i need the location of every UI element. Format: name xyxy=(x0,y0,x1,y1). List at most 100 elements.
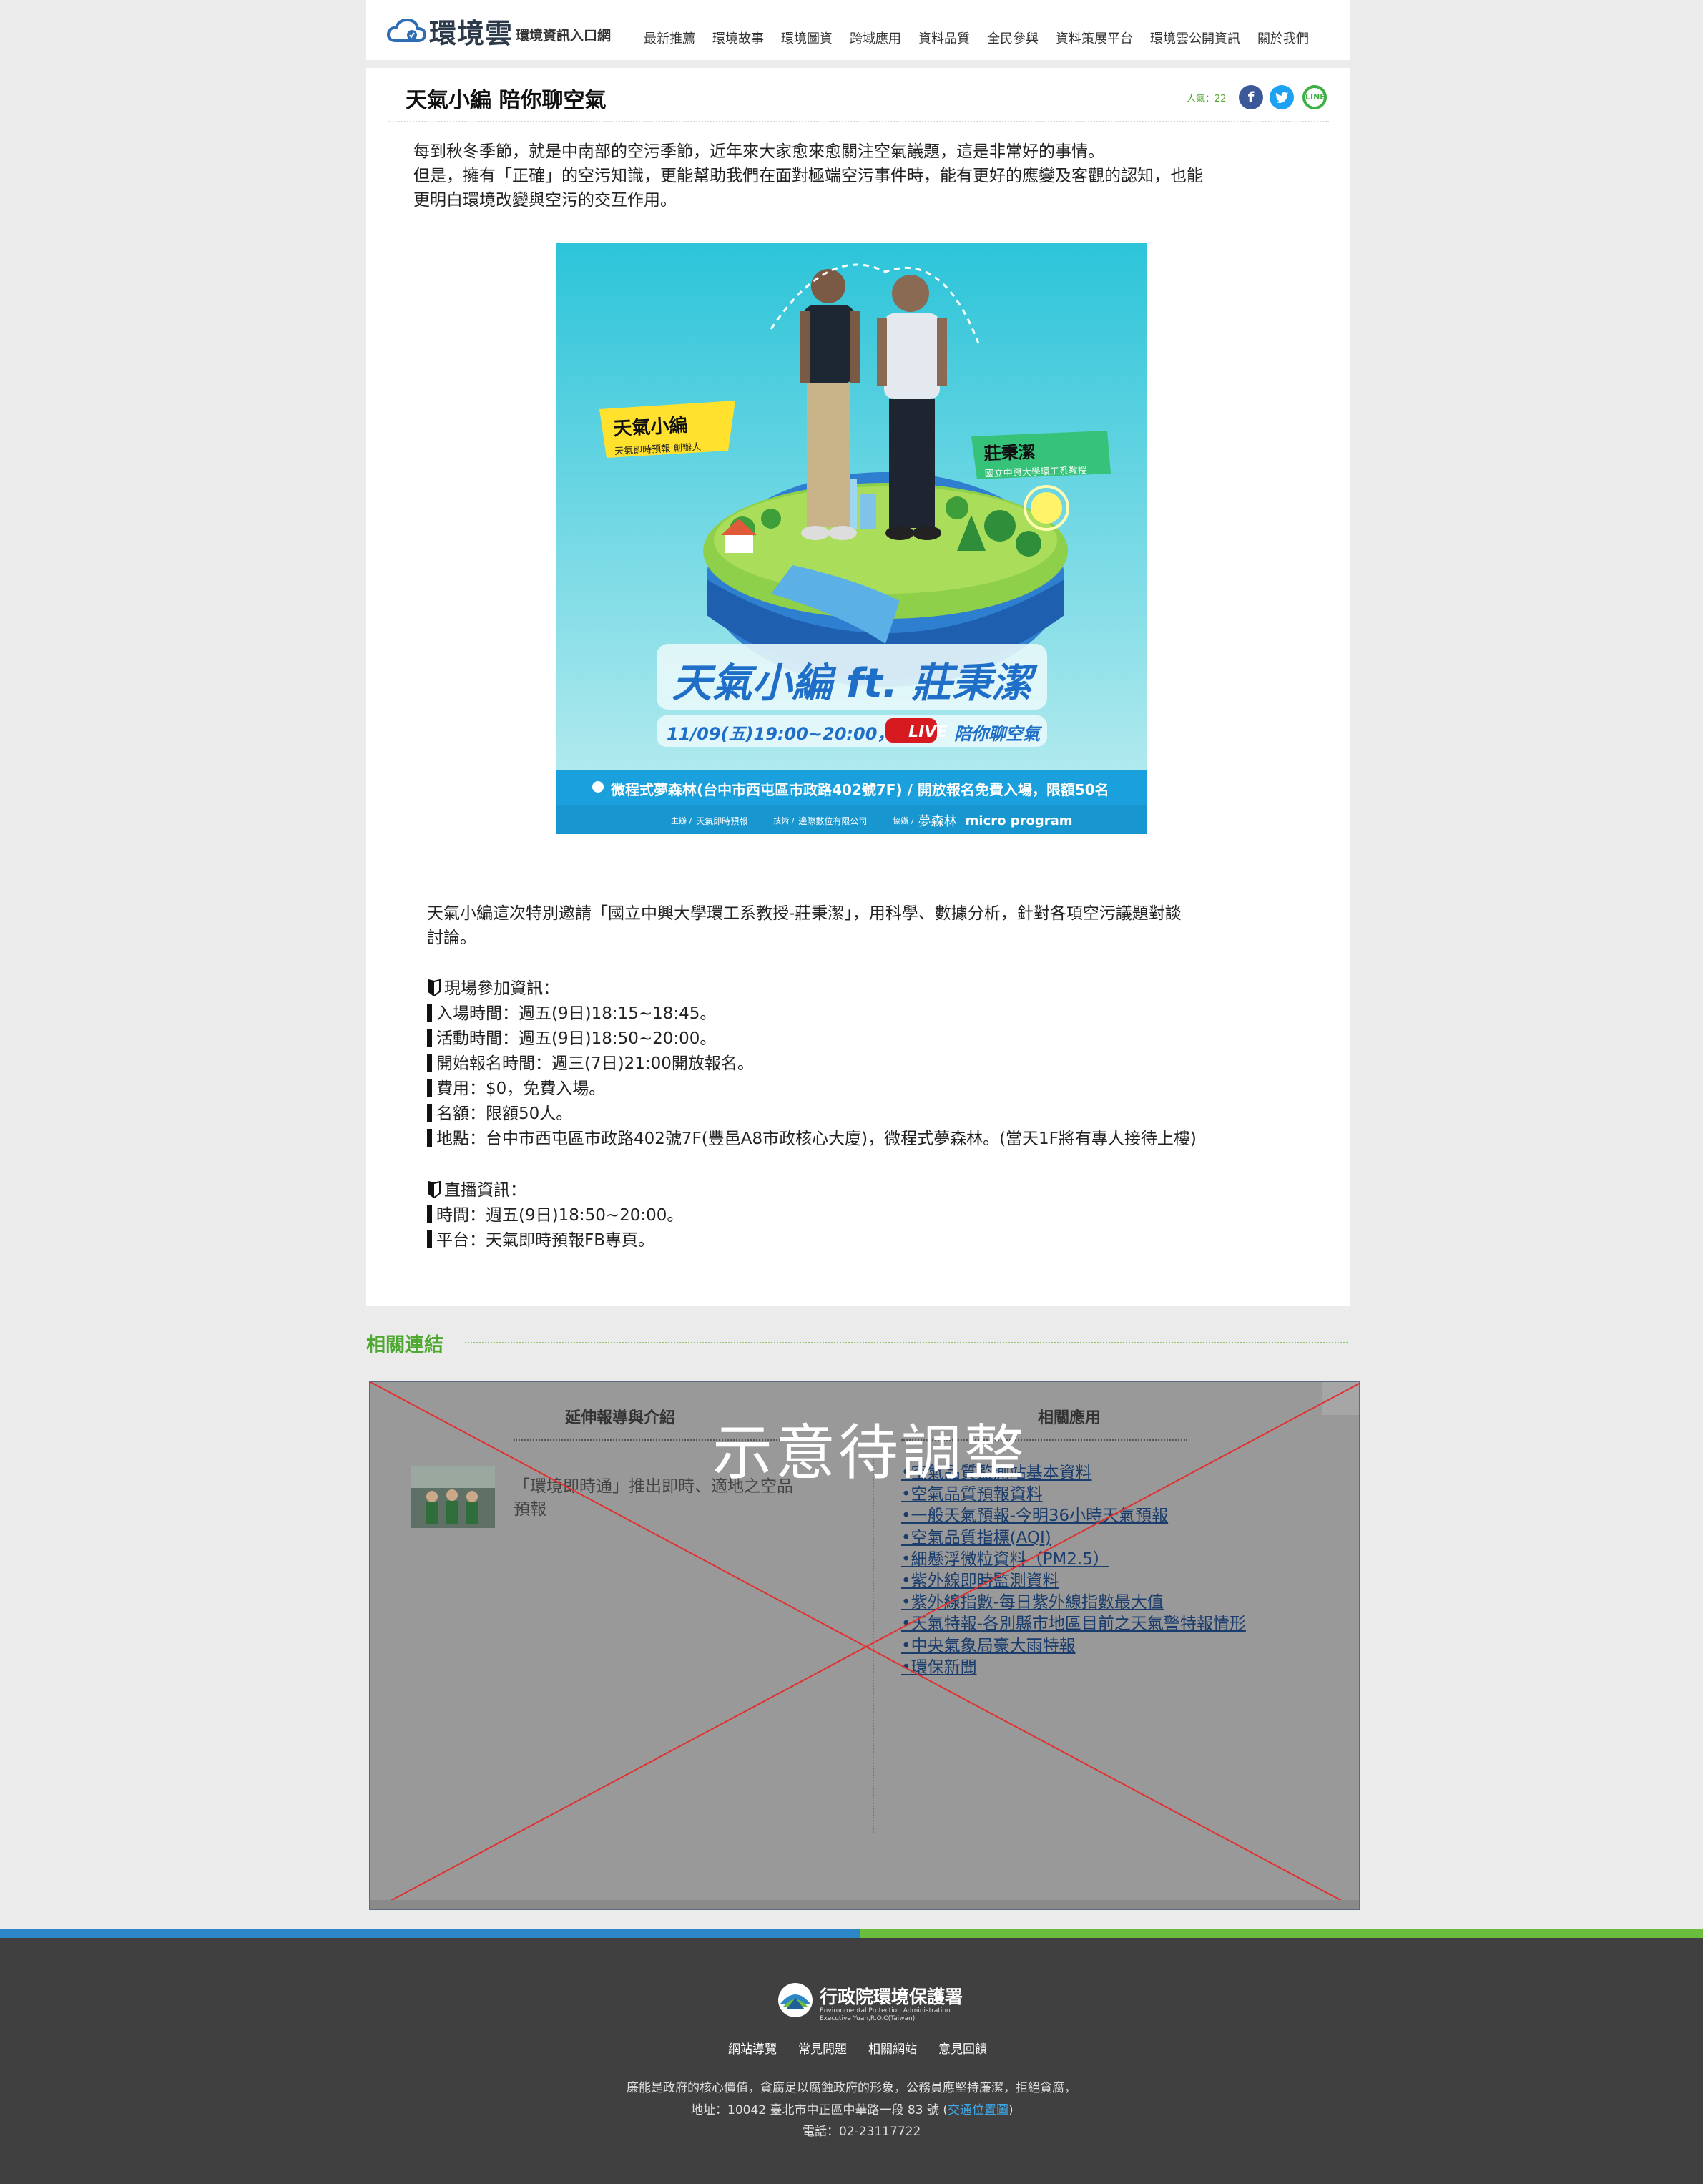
live-item-text: 平台：天氣即時預報FB專頁。 xyxy=(436,1231,655,1250)
bullet-bar xyxy=(427,1029,432,1047)
nav-item-participation[interactable]: 全民參與 xyxy=(987,29,1039,47)
nav-item-latest[interactable]: 最新推薦 xyxy=(644,29,695,47)
nav-item-stories[interactable]: 環境故事 xyxy=(712,29,764,47)
onsite-heading: 現場參加資訊： xyxy=(427,974,559,999)
org-name: 行政院環境保護署 xyxy=(820,1987,963,2007)
poster-headline: 天氣小編 ft. 莊秉潔 xyxy=(672,660,1032,707)
footer-slogan: 廉能是政府的核心價值，貪腐足以腐蝕政府的形象，公務員應堅持廉潔，拒絕貪腐， xyxy=(627,2081,1076,2095)
related-section-title: 相關連結 xyxy=(366,1334,443,1356)
related-title-divider xyxy=(465,1342,1348,1343)
intro-line: 更明白環境改變與空污的交互作用。 xyxy=(413,191,677,210)
onsite-item: 費用：$0，免費入場。 xyxy=(427,1074,605,1099)
bullet-bar xyxy=(427,1054,432,1072)
footer-link-feedback[interactable]: 意見回饋 xyxy=(938,2039,987,2057)
poster-venue: 微程式夢森林(台中市西屯區市政路402號7F) / 開放報名免費入場，限額50名 xyxy=(611,781,1109,798)
onsite-item-text: 名額：限額50人。 xyxy=(436,1105,573,1123)
sponsor-assist-label: 協辦 / xyxy=(893,816,914,826)
bullet-bar xyxy=(427,1129,432,1147)
facebook-share-icon[interactable]: f xyxy=(1239,85,1263,109)
live-heading: 直播資訊： xyxy=(427,1176,526,1200)
epa-logo-icon[interactable] xyxy=(777,1982,813,2018)
address-close: ) xyxy=(1008,2103,1014,2117)
article-title: 天氣小編 陪你聊空氣 xyxy=(406,88,607,113)
org-name-english-sub: Executive Yuan,R.O.C(Taiwan) xyxy=(820,2015,916,2022)
poster-time-row: 11/09(五)19:00~20:00， LIVE 陪你聊空氣 xyxy=(664,720,1040,745)
sponsor-assist-name: 夢森林 xyxy=(918,814,957,829)
onsite-item-text: 入場時間：週五(9日)18:15~18:45。 xyxy=(436,1004,717,1023)
map-link[interactable]: 交通位置圖 xyxy=(948,2103,1008,2117)
nav-item-maps[interactable]: 環境圖資 xyxy=(781,29,833,47)
bullet-bar xyxy=(427,1004,432,1022)
body-line: 討論。 xyxy=(427,929,476,947)
poster-tag-right: 莊秉潔 國立中興大學環工系教授 xyxy=(983,436,1087,479)
onsite-item-text: 開始報名時間：週三(7日)21:00開放報名。 xyxy=(436,1054,754,1073)
onsite-item: 活動時間：週五(9日)18:50~20:00。 xyxy=(427,1024,716,1049)
poster-tag-left: 天氣小編 天氣即時預報 創辦人 xyxy=(613,410,702,457)
site-logo[interactable]: 環境雲 環境資訊入口網 xyxy=(386,14,612,49)
footer-stripe-blue xyxy=(0,1929,860,1938)
address-text: 地址：10042 臺北市中正區中華路一段 83 號 ( xyxy=(691,2103,948,2117)
poster-tag-left-title: 天氣小編 xyxy=(612,414,689,441)
popularity-count: 人氣：22 xyxy=(1187,94,1227,104)
site-header: 環境雲 環境資訊入口網 最新推薦 環境故事 環境圖資 跨域應用 資料品質 全民參… xyxy=(366,0,1350,60)
onsite-heading-text: 現場參加資訊： xyxy=(444,979,559,998)
beginner-mark-icon xyxy=(428,979,441,996)
live-item: 時間：週五(9日)18:50~20:00。 xyxy=(427,1201,683,1225)
footer-link-faq[interactable]: 常見問題 xyxy=(798,2039,847,2057)
footer-links: 網站導覽 常見問題 相關網站 意見回饋 xyxy=(728,2039,1008,2057)
onsite-item: 名額：限額50人。 xyxy=(427,1100,572,1124)
footer-address: 地址：10042 臺北市中正區中華路一段 83 號 (交通位置圖) xyxy=(691,2100,1014,2117)
poster-topic: 陪你聊空氣 xyxy=(954,724,1040,744)
nav-item-data-quality[interactable]: 資料品質 xyxy=(918,29,970,47)
nav-item-cross-domain[interactable]: 跨域應用 xyxy=(850,29,901,47)
body-line: 天氣小編這次特別邀請「國立中興大學環工系教授-莊秉潔」，用科學、數據分析，針對各… xyxy=(427,904,1182,923)
panel-bottom-bar xyxy=(370,1900,1359,1909)
sponsor-tech-label: 技術 / xyxy=(773,816,795,826)
logo-title: 環境雲 xyxy=(429,17,514,49)
onsite-item-text: 活動時間：週五(9日)18:50~20:00。 xyxy=(436,1029,717,1048)
twitter-share-icon[interactable] xyxy=(1270,85,1294,109)
sponsor-host-label: 主辦 / xyxy=(671,816,692,826)
nav-item-curation[interactable]: 資料策展平台 xyxy=(1056,29,1133,47)
intro-line: 每到秋冬季節，就是中南部的空污季節，近年來大家愈來愈關注空氣議題，這是非常好的事… xyxy=(413,142,1104,161)
beginner-mark-icon xyxy=(428,1181,441,1198)
twitter-bird-icon xyxy=(1275,92,1289,103)
intro-line: 但是，擁有「正確」的空污知識，更能幫助我們在面對極端空污事件時，能有更好的應變及… xyxy=(413,167,1203,185)
bullet-bar xyxy=(427,1104,432,1122)
article-card: 天氣小編 陪你聊空氣 人氣：22 f LINE 每到秋冬季節，就是中南部的空污季… xyxy=(366,68,1350,1306)
site-footer: 行政院環境保護署 Environmental Protection Admini… xyxy=(0,1938,1703,2184)
cloud-logo-icon xyxy=(386,18,426,42)
sponsor-tech-name: 邊際數位有限公司 xyxy=(798,816,868,826)
poster-sponsors: 主辦 / 天氣即時預報 技術 / 邊際數位有限公司 協辦 / 夢森林 micro… xyxy=(671,811,1073,830)
onsite-item: 入場時間：週五(9日)18:15~18:45。 xyxy=(427,999,716,1024)
footer-link-related-sites[interactable]: 相關網站 xyxy=(868,2039,917,2057)
org-name-english: Environmental Protection Administration xyxy=(820,2007,951,2014)
placeholder-watermark: 示意待調整 xyxy=(712,1418,1028,1488)
sponsor-host-name: 天氣即時預報 xyxy=(696,816,748,826)
live-heading-text: 直播資訊： xyxy=(444,1181,526,1200)
onsite-item: 地點：台中市西屯區市政路402號7F(豐邑A8市政核心大廈)，微程式夢森林。(當… xyxy=(427,1125,1197,1149)
main-nav: 最新推薦 環境故事 環境圖資 跨域應用 資料品質 全民參與 資料策展平台 環境雲… xyxy=(644,29,1326,47)
footer-stripe-green xyxy=(860,1929,1703,1938)
nav-item-open-info[interactable]: 環境雲公開資訊 xyxy=(1150,29,1240,47)
bullet-bar xyxy=(427,1230,432,1248)
live-item-text: 時間：週五(9日)18:50~20:00。 xyxy=(436,1206,684,1225)
onsite-item-text: 費用：$0，免費入場。 xyxy=(436,1079,606,1098)
event-poster: 天氣小編 天氣即時預報 創辦人 莊秉潔 國立中興大學環工系教授 天氣小編 ft.… xyxy=(556,243,1147,834)
poster-time: 11/09(五)19:00~20:00， xyxy=(667,724,895,744)
onsite-item-text: 地點：台中市西屯區市政路402號7F(豐邑A8市政核心大廈)，微程式夢森林。(當… xyxy=(436,1130,1197,1148)
bullet-bar xyxy=(427,1205,432,1223)
footer-link-sitemap[interactable]: 網站導覽 xyxy=(728,2039,777,2057)
line-share-icon[interactable]: LINE xyxy=(1302,85,1327,109)
onsite-item: 開始報名時間：週三(7日)21:00開放報名。 xyxy=(427,1049,754,1074)
sponsor-assist-name: micro program xyxy=(965,813,1073,828)
nav-item-about[interactable]: 關於我們 xyxy=(1257,29,1309,47)
logo-subtitle: 環境資訊入口網 xyxy=(516,27,612,44)
related-panel: 延伸報導與介紹 相關應用 「環境即時通」推出即時、適地之空品 預報 •空氣品質監… xyxy=(369,1381,1360,1910)
title-divider xyxy=(388,121,1329,122)
footer-phone: 電話：02-23117722 xyxy=(803,2125,921,2139)
poster-artwork xyxy=(556,243,1147,834)
bullet-bar xyxy=(427,1079,432,1097)
live-item: 平台：天氣即時預報FB專頁。 xyxy=(427,1226,654,1250)
poster-tag-right-title: 莊秉潔 xyxy=(983,441,1036,464)
